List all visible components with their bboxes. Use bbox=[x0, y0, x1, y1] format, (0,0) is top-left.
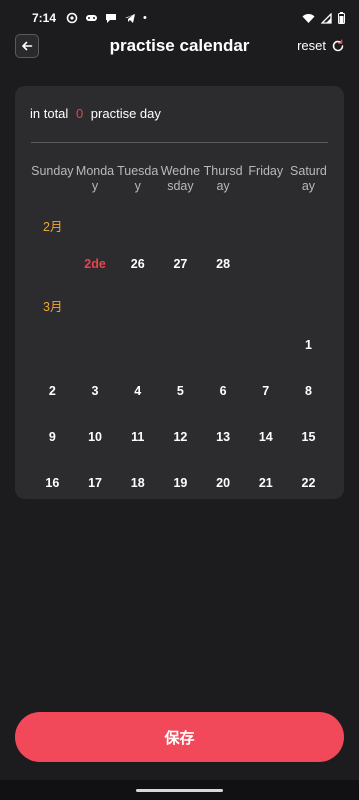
day-cell[interactable] bbox=[31, 257, 74, 271]
week-row: 16 17 18 19 20 21 22 bbox=[31, 476, 330, 490]
practise-day-count: 0 bbox=[75, 106, 84, 121]
signal-icon bbox=[321, 12, 332, 24]
weekday-wednesday: Wednesday bbox=[160, 164, 201, 193]
day-cell[interactable]: 5 bbox=[159, 384, 202, 398]
month-label-march: 3月 bbox=[43, 300, 63, 314]
day-cell[interactable]: 12 bbox=[159, 430, 202, 444]
arrow-left-icon bbox=[22, 41, 33, 51]
day-cell-today[interactable]: 2de bbox=[74, 257, 117, 271]
day-cell[interactable]: 16 bbox=[31, 476, 74, 490]
week-row: 2de 26 27 28 bbox=[31, 257, 330, 271]
day-cell[interactable]: 15 bbox=[287, 430, 330, 444]
weekday-friday: Friday bbox=[248, 164, 284, 178]
weekday-header: Sunday Monday Tuesday Wednesday Thursday… bbox=[31, 164, 330, 194]
day-cell[interactable]: 4 bbox=[116, 384, 159, 398]
day-cell[interactable]: 9 bbox=[31, 430, 74, 444]
day-cell[interactable] bbox=[159, 338, 202, 352]
back-button[interactable] bbox=[15, 34, 39, 58]
day-cell[interactable]: 3 bbox=[74, 384, 117, 398]
reset-button[interactable]: reset bbox=[297, 38, 345, 53]
status-dot: • bbox=[143, 12, 147, 24]
refresh-icon bbox=[332, 38, 344, 51]
day-cell[interactable]: 10 bbox=[74, 430, 117, 444]
gamepad-icon bbox=[86, 15, 98, 21]
day-cell[interactable]: 17 bbox=[74, 476, 117, 490]
day-cell[interactable]: 14 bbox=[244, 430, 287, 444]
month-label-february: 2月 bbox=[43, 220, 63, 234]
practise-summary: in total 0 practise day bbox=[30, 106, 161, 121]
wifi-icon bbox=[302, 13, 315, 23]
weekday-thursday: Thursday bbox=[203, 164, 243, 193]
reset-label: reset bbox=[297, 38, 326, 53]
day-cell[interactable]: 27 bbox=[159, 257, 202, 271]
day-cell[interactable]: 13 bbox=[202, 430, 245, 444]
status-time: 7:14 bbox=[32, 11, 57, 25]
day-cell[interactable] bbox=[287, 257, 330, 271]
day-cell[interactable]: 7 bbox=[244, 384, 287, 398]
weekday-monday: Monday bbox=[75, 164, 115, 193]
battery-icon bbox=[338, 12, 345, 24]
week-row: 2 3 4 5 6 7 8 bbox=[31, 384, 330, 398]
chat-icon bbox=[106, 14, 117, 23]
weekday-saturday: Saturday bbox=[290, 164, 327, 193]
header: practise calendar reset bbox=[0, 30, 359, 64]
home-indicator[interactable] bbox=[136, 789, 223, 792]
notification-icons: • bbox=[66, 12, 147, 24]
day-cell[interactable]: 1 bbox=[287, 338, 330, 352]
weekday-sunday: Sunday bbox=[31, 164, 74, 178]
weekday-tuesday: Tuesday bbox=[117, 164, 159, 193]
day-cell[interactable]: 22 bbox=[287, 476, 330, 490]
day-cell[interactable]: 20 bbox=[202, 476, 245, 490]
day-cell[interactable]: 28 bbox=[202, 257, 245, 271]
system-icons bbox=[302, 12, 345, 24]
day-cell[interactable] bbox=[244, 338, 287, 352]
summary-prefix: in total bbox=[30, 106, 69, 121]
divider bbox=[31, 142, 328, 143]
day-cell[interactable]: 26 bbox=[116, 257, 159, 271]
day-cell[interactable] bbox=[116, 338, 159, 352]
day-cell[interactable] bbox=[244, 257, 287, 271]
save-button[interactable]: 保存 bbox=[15, 712, 344, 762]
day-cell[interactable]: 19 bbox=[159, 476, 202, 490]
day-cell[interactable]: 18 bbox=[116, 476, 159, 490]
sync-icon bbox=[66, 12, 78, 24]
telegram-icon bbox=[125, 14, 136, 23]
day-cell[interactable] bbox=[31, 338, 74, 352]
day-cell[interactable] bbox=[202, 338, 245, 352]
week-row: 1 bbox=[31, 338, 330, 352]
day-cell[interactable] bbox=[74, 338, 117, 352]
day-cell[interactable]: 21 bbox=[244, 476, 287, 490]
day-cell[interactable]: 8 bbox=[287, 384, 330, 398]
summary-suffix: practise day bbox=[90, 106, 161, 121]
week-row: 9 10 11 12 13 14 15 bbox=[31, 430, 330, 444]
day-cell[interactable]: 11 bbox=[116, 430, 159, 444]
day-cell[interactable]: 2 bbox=[31, 384, 74, 398]
day-cell[interactable]: 6 bbox=[202, 384, 245, 398]
calendar-card: in total 0 practise day Sunday Monday Tu… bbox=[15, 86, 344, 499]
